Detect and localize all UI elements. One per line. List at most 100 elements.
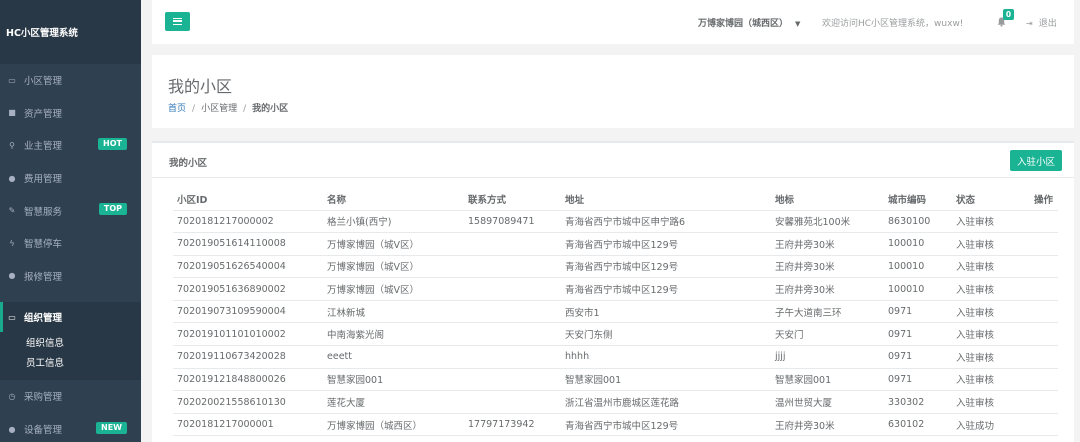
sidebar-item-label: 业主管理	[24, 141, 63, 153]
table-row[interactable]: 7020181217000002 格兰小镇(西宁) 15897089471 青海省西宁…	[173, 210, 1058, 234]
notification-count-badge: 0	[1003, 9, 1014, 20]
column-header[interactable]: 联系方式	[464, 189, 561, 211]
community-panel: 我的小区 入驻小区 小区ID 名称 联系方式 地址 地标 城市编码 状态 操作 7020181…	[152, 141, 1074, 442]
user-icon: ⚲	[9, 140, 15, 150]
sidebar-item-grid[interactable]: ■ 资产管理	[0, 97, 141, 130]
table-cell: 浙江省温州市鹿城区莲花路	[561, 390, 771, 414]
sidebar-item-flash[interactable]: ϟ 智慧停车	[0, 227, 141, 260]
hamburger-icon	[173, 18, 182, 25]
table-cell: 8630100	[884, 210, 952, 234]
table-cell: 0971	[884, 345, 952, 369]
table-cell	[464, 322, 561, 347]
join-community-button[interactable]: 入驻小区	[1010, 150, 1062, 171]
logout-link[interactable]: ⇥ 退出	[1026, 16, 1057, 29]
desktop-icon: ▭	[8, 312, 16, 322]
sidebar-item-org[interactable]: ▭ 组织管理	[0, 302, 141, 333]
table-row[interactable]: 702020021558610130 莲花大厦 浙江省温州市鹿城区莲花路 温州世贸大厦…	[173, 390, 1058, 414]
table-cell: 702019051636890002	[173, 277, 323, 301]
panel-title: 我的小区	[169, 158, 208, 169]
table-cell: 青海省西宁市城中区129号	[561, 413, 771, 437]
breadcrumb-home[interactable]: 首页	[168, 104, 186, 114]
column-header[interactable]: 状态	[952, 189, 1030, 211]
sidebar: HC小区管理系统 ▭ 小区管理 ■ 资产管理 ⚲ 业主管理 HOT ● 费用管理 ✎ 智慧服务 TOP…	[0, 0, 141, 442]
sidebar-subitem[interactable]: 组织信息	[0, 334, 141, 354]
table-row[interactable]: 702019121848800026 智慧家园001 智慧家园001 智慧家园001 0…	[173, 368, 1058, 392]
sidebar-badge: HOT	[98, 138, 127, 151]
table-cell: 青海省西宁市城中区129号	[561, 232, 771, 256]
sidebar-item-user[interactable]: ⚲ 业主管理 HOT	[0, 129, 141, 162]
column-header[interactable]: 小区ID	[173, 189, 323, 211]
table-cell	[464, 390, 561, 414]
table-cell: 青海省西宁市城中区129号	[561, 277, 771, 301]
table-cell: 702019121848800026	[173, 368, 323, 392]
table-row[interactable]: 702019101101010002 中南海紫光阁 天安门东侧 天安门 0971 入驻审核	[173, 322, 1058, 347]
sidebar-item-globe[interactable]: ● 费用管理	[0, 162, 141, 195]
table-cell	[1030, 277, 1058, 301]
table-cell: 西安市1	[561, 300, 771, 324]
table-cell: 王府井旁30米	[771, 413, 884, 437]
table-cell: 100010	[884, 232, 952, 256]
logout-label: 退出	[1038, 19, 1057, 29]
sidebar-item-label: 智慧停车	[24, 239, 63, 251]
column-header[interactable]: 地标	[771, 189, 884, 211]
page-heading: 我的小区 首页 / 小区管理 / 我的小区	[152, 55, 1074, 128]
sidebar-submenu: 组织信息 员工信息	[0, 332, 141, 381]
column-header[interactable]: 名称	[323, 189, 464, 211]
table-cell: 万博家博园（城V区）	[323, 277, 464, 301]
table-cell	[464, 255, 561, 279]
table-cell: 7020181217000002	[173, 210, 323, 234]
table-row[interactable]: 702019073109590004 江林新城 西安市1 子午大道南三环 0971 入驻审…	[173, 300, 1058, 324]
sign-out-icon: ⇥	[1026, 19, 1033, 28]
sidebar-subitem[interactable]: 员工信息	[0, 354, 141, 374]
table-cell: 702019110673420028	[173, 345, 323, 369]
table-row[interactable]: 7020181217000001 万博家博园（城西区） 17797173942 青海省…	[173, 413, 1058, 437]
page-title: 我的小区	[168, 77, 233, 96]
menu-toggle-button[interactable]	[165, 12, 190, 31]
column-header[interactable]: 操作	[1030, 189, 1058, 211]
table-body: 7020181217000002 格兰小镇(西宁) 15897089471 青海省西宁…	[173, 210, 1058, 437]
table-row[interactable]: 702019051636890002 万博家博园（城V区） 青海省西宁市城中区129…	[173, 277, 1058, 301]
table-row[interactable]: 702019051626540004 万博家博园（城V区） 青海省西宁市城中区129…	[173, 255, 1058, 279]
sidebar-item-globe[interactable]: ● 设备管理 NEW	[0, 413, 141, 442]
table-cell: 天安门东侧	[561, 322, 771, 347]
table-cell: 100010	[884, 255, 952, 279]
breadcrumb: 首页 / 小区管理 / 我的小区	[168, 104, 289, 114]
table-cell: 702019051614110008	[173, 232, 323, 256]
table-cell	[1030, 255, 1058, 279]
table-cell: 0971	[884, 322, 952, 347]
table-row[interactable]: 702019110673420028 eeett hhhh jjjj 0971 入驻审核	[173, 345, 1058, 369]
community-selector[interactable]: 万博家博园（城西区） ▼	[698, 16, 800, 29]
table-cell: 入驻审核	[952, 300, 1030, 324]
table-cell	[464, 368, 561, 392]
table-cell: 格兰小镇(西宁)	[323, 210, 464, 234]
sidebar-item-monitor[interactable]: ▭ 小区管理	[0, 64, 141, 97]
column-header[interactable]: 地址	[561, 189, 771, 211]
column-header[interactable]: 城市编码	[884, 189, 952, 211]
globe-icon: ●	[8, 271, 16, 281]
table-cell	[1030, 322, 1058, 347]
sidebar-item-clock[interactable]: ◷ 采购管理	[0, 380, 141, 413]
grid-icon: ■	[8, 108, 16, 118]
table-cell: 入驻成功	[952, 413, 1030, 437]
table-cell: 智慧家园001	[561, 368, 771, 392]
breadcrumb-section: 小区管理	[201, 104, 238, 114]
table-cell	[464, 300, 561, 324]
table-cell	[1030, 300, 1058, 324]
table-cell: 入驻审核	[952, 277, 1030, 301]
table-cell: 王府井旁30米	[771, 255, 884, 279]
table-cell: hhhh	[561, 345, 771, 369]
sidebar-item-edit[interactable]: ✎ 智慧服务 TOP	[0, 194, 141, 227]
table-cell: 江林新城	[323, 300, 464, 324]
table-cell	[1030, 368, 1058, 392]
sidebar-item-label: 小区管理	[24, 76, 63, 88]
sidebar-item-label: 采购管理	[24, 392, 63, 404]
sidebar-item-globe[interactable]: ● 报修管理	[0, 260, 141, 293]
table-row[interactable]: 702019051614110008 万博家博园（城V区） 青海省西宁市城中区129…	[173, 232, 1058, 256]
table-cell: 入驻审核	[952, 232, 1030, 256]
table-cell: 温州世贸大厦	[771, 390, 884, 414]
table-cell: jjjj	[771, 345, 884, 369]
sidebar-item-label: 智慧服务	[24, 206, 63, 218]
table-cell: 入驻审核	[952, 322, 1030, 347]
table-cell: 702019051626540004	[173, 255, 323, 279]
breadcrumb-current: 我的小区	[252, 104, 289, 114]
